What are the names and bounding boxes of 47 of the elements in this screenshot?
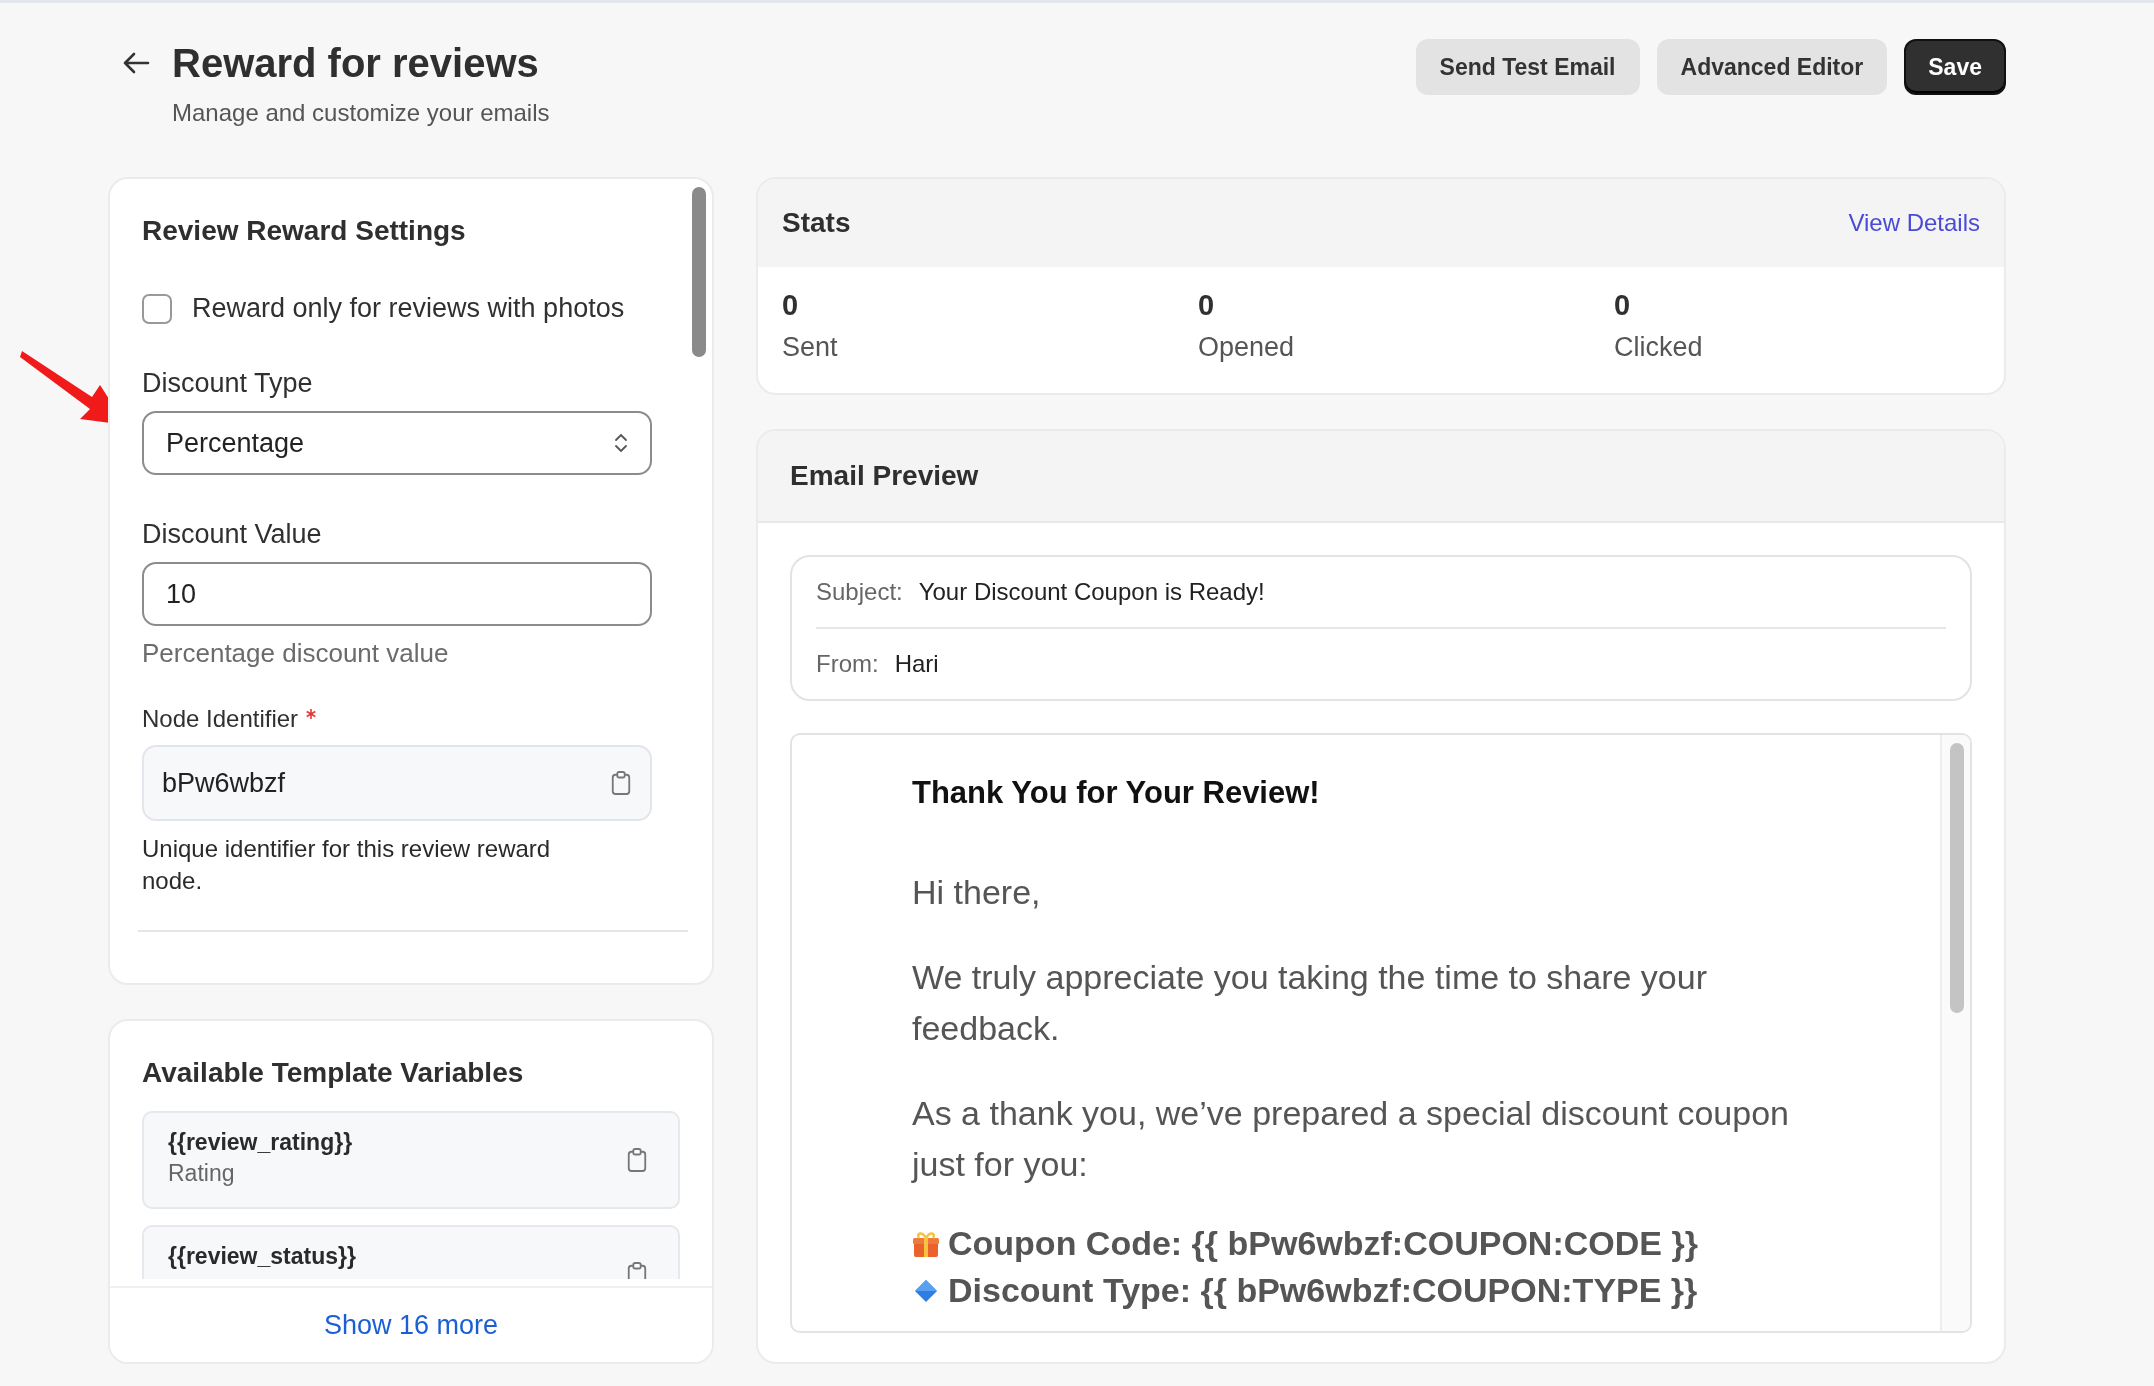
card-title: Stats [782,207,851,239]
back-arrow-icon[interactable] [122,51,150,75]
node-identifier-field[interactable]: bPw6wbzf [142,745,652,821]
scrollbar[interactable] [1940,735,1970,1331]
show-more-link[interactable]: Show 16 more [317,1308,505,1342]
email-paragraph: As a thank you, we’ve prepared a special discount coupon just for you: [912,1093,1790,1185]
checkbox-label: Reward only for reviews with photos [192,293,625,324]
action-button[interactable]: Send Test Email [1415,39,1640,95]
email-sender: Hari [894,650,939,678]
checkbox[interactable] [142,293,172,324]
card-title: Review Reward Settings [142,215,467,247]
field-label: Discount Type [142,368,314,399]
variable-name: {{review_status}} [168,1243,356,1270]
email-paragraph: We truly appreciate you taking the time to share your feedback. [912,957,1708,1049]
coupon-detail: Discount Type: {{ bPw6wbzf:COUPON:TYPE }} [948,1271,1698,1310]
variable-description: Rating [168,1160,236,1187]
metric-label: Opened [1198,332,1296,363]
discount-type-select[interactable]: Percentage [142,411,652,475]
clipboard-icon[interactable] [610,770,632,796]
variable-name: {{review_rating}} [168,1129,353,1156]
save-button[interactable]: Save [1904,39,2006,95]
metric-label: Clicked [1614,332,1704,363]
metric-value: 0 [782,289,800,322]
email-paragraph: Hi there, [912,872,1042,913]
metric-value: 0 [1198,289,1216,322]
view-details-link[interactable]: View Details [1848,209,1980,237]
coupon-detail: Coupon Code: {{ bPw6wbzf:COUPON:CODE }} [948,1224,1698,1263]
field-hint: Percentage discount value [142,638,450,669]
clipboard-icon[interactable] [626,1147,648,1173]
field-label: Node Identifier [142,705,299,733]
metric-label: Sent [782,332,839,363]
discount-value-input[interactable]: 10 [142,562,652,626]
metric-value: 0 [1614,289,1632,322]
meta-label: From: [816,650,879,678]
gift-icon [912,1229,940,1258]
page-subtitle: Manage and customize your emails [172,99,550,127]
action-button[interactable]: Advanced Editor [1656,39,1888,95]
page-title: Reward for reviews [172,40,540,87]
field-hint: Unique identifier for this review reward node. [142,834,552,897]
email-subject: Your Discount Coupon is Ready! [918,578,1265,606]
scrollbar[interactable] [692,187,706,357]
card-title: Email Preview [790,460,979,492]
meta-label: Subject: [816,578,903,606]
email-heading: Thank You for Your Review! [912,775,1321,811]
card-title: Available Template Variables [142,1057,525,1089]
field-label: Discount Value [142,519,323,550]
chevron-updown-icon [614,431,628,455]
